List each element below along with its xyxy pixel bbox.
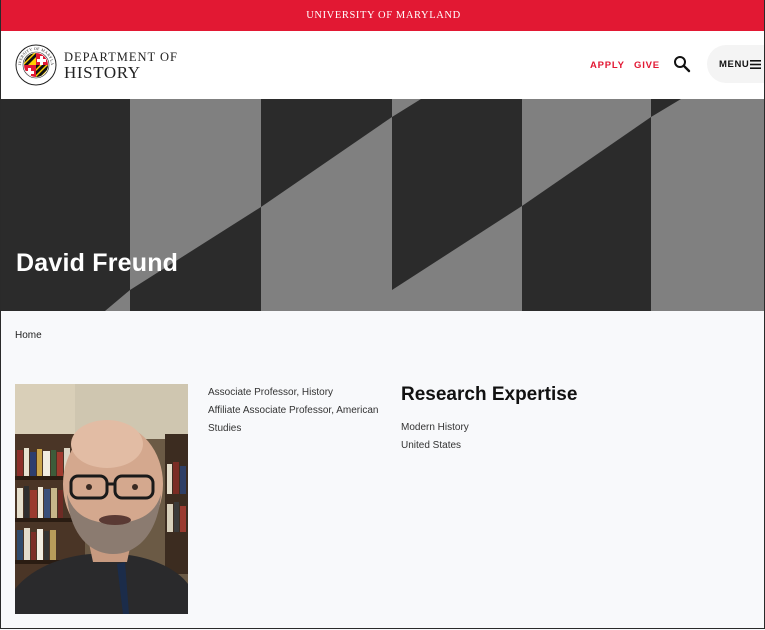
menu-button-label: MENU bbox=[719, 59, 750, 70]
research-expertise-section: Research Expertise Modern History United… bbox=[401, 383, 577, 455]
department-name-line2: HISTORY bbox=[64, 63, 141, 82]
research-expertise-item: United States bbox=[401, 440, 462, 451]
hero-banner: David Freund bbox=[1, 99, 764, 311]
profile-titles: Associate Professor, History Affiliate A… bbox=[208, 384, 388, 438]
page: UNIVERSITY OF MARYLAND UNIVERSITY OF MAR… bbox=[0, 0, 765, 629]
profile-title: Affiliate Associate Professor, American … bbox=[208, 405, 379, 434]
search-icon[interactable] bbox=[673, 55, 691, 73]
hamburger-icon bbox=[750, 60, 761, 69]
nav-apply-link[interactable]: APPLY bbox=[590, 60, 625, 71]
breadcrumb-home-link[interactable]: Home bbox=[15, 330, 42, 341]
university-banner[interactable]: UNIVERSITY OF MARYLAND bbox=[1, 0, 764, 31]
research-expertise-heading: Research Expertise bbox=[401, 384, 578, 405]
umd-seal-icon[interactable]: UNIVERSITY OF MARYLAND bbox=[15, 44, 57, 86]
hero-flag-pattern bbox=[1, 99, 764, 311]
profile-title: Associate Professor, History bbox=[208, 387, 334, 398]
profile-photo bbox=[15, 384, 188, 614]
page-title: David Freund bbox=[16, 249, 179, 277]
nav-give-link[interactable]: GIVE bbox=[634, 60, 660, 71]
research-expertise-item: Modern History bbox=[401, 422, 469, 433]
department-logo[interactable]: DEPARTMENT OF HISTORY bbox=[64, 51, 178, 82]
menu-button[interactable]: MENU bbox=[707, 45, 764, 83]
university-banner-label: UNIVERSITY OF MARYLAND bbox=[306, 10, 461, 21]
